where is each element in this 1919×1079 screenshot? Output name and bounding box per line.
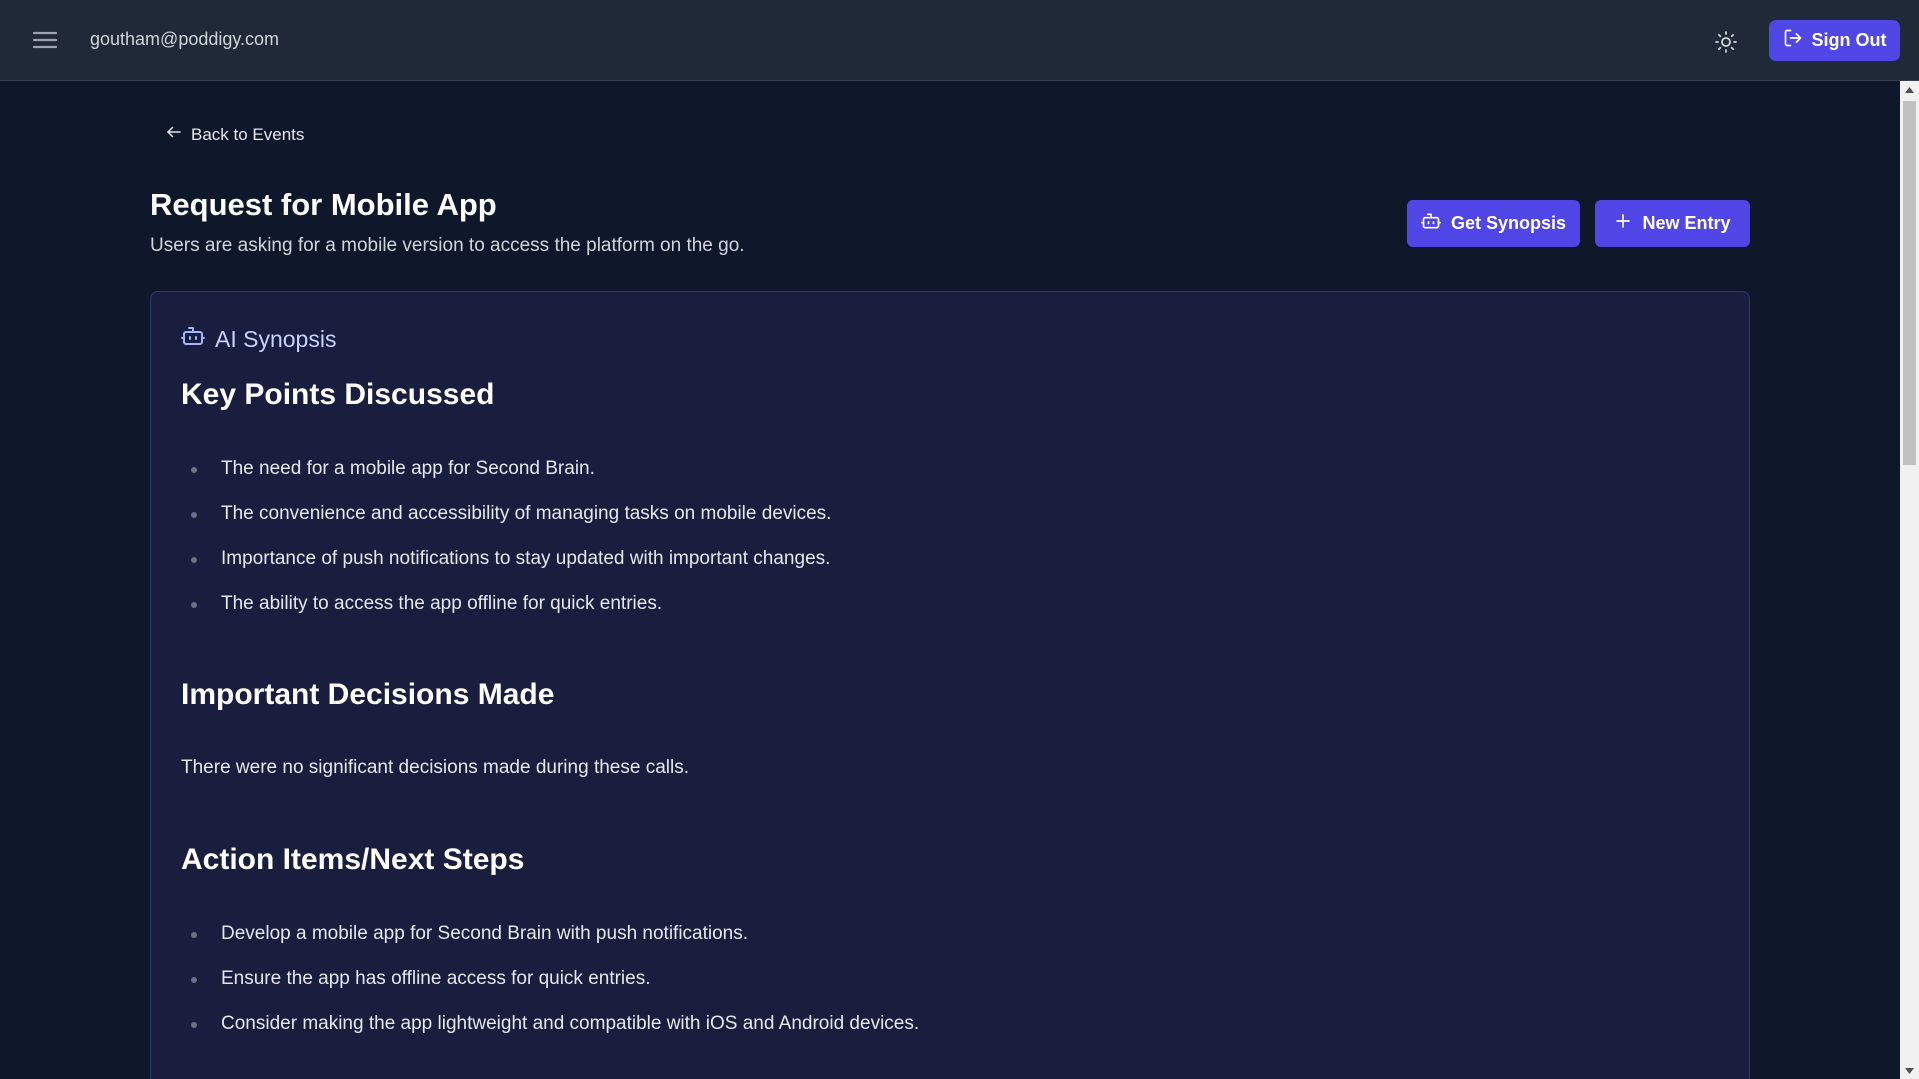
- back-link-label: Back to Events: [191, 124, 305, 144]
- scroll-up-arrow-icon[interactable]: [1900, 81, 1919, 98]
- section-heading-action-items: Action Items/Next Steps: [181, 843, 525, 876]
- decisions-text: There were no significant decisions made…: [181, 757, 689, 778]
- top-bar: goutham@poddigy.com Sign Out: [0, 0, 1919, 81]
- arrow-left-icon: [165, 123, 183, 146]
- user-email: goutham@poddigy.com: [90, 29, 280, 49]
- get-synopsis-button[interactable]: Get Synopsis: [1407, 200, 1580, 247]
- sign-out-icon: [1783, 28, 1803, 53]
- key-points-list: The need for a mobile app for Second Bra…: [181, 457, 831, 637]
- scroll-down-arrow-icon[interactable]: [1900, 1062, 1919, 1079]
- new-entry-label: New Entry: [1642, 213, 1731, 233]
- scrollbar-thumb[interactable]: [1903, 101, 1916, 465]
- new-entry-button[interactable]: New Entry: [1595, 200, 1750, 247]
- ai-synopsis-header: AI Synopsis: [181, 324, 336, 354]
- list-item: Ensure the app has offline access for qu…: [181, 967, 919, 1012]
- section-heading-key-points: Key Points Discussed: [181, 378, 495, 411]
- plus-icon: [1614, 212, 1632, 235]
- sign-out-button[interactable]: Sign Out: [1769, 20, 1900, 61]
- list-item: Develop a mobile app for Second Brain wi…: [181, 922, 919, 967]
- vertical-scrollbar[interactable]: [1900, 81, 1919, 1079]
- bot-icon: [181, 324, 205, 354]
- ai-synopsis-label: AI Synopsis: [215, 325, 337, 352]
- main-content: Back to Events Request for Mobile App Us…: [0, 81, 1900, 1079]
- list-item: The need for a mobile app for Second Bra…: [181, 457, 831, 502]
- list-item: Importance of push notifications to stay…: [181, 547, 831, 592]
- hamburger-menu-icon[interactable]: [30, 27, 60, 53]
- ai-synopsis-card: AI Synopsis Key Points Discussed The nee…: [150, 291, 1750, 1079]
- sun-icon[interactable]: [1710, 26, 1742, 58]
- list-item: Consider making the app lightweight and …: [181, 1012, 919, 1057]
- page-title: Request for Mobile App: [150, 187, 497, 222]
- page-subtitle: Users are asking for a mobile version to…: [150, 235, 745, 256]
- sign-out-label: Sign Out: [1811, 30, 1887, 50]
- list-item: The ability to access the app offline fo…: [181, 592, 831, 637]
- section-heading-decisions: Important Decisions Made: [181, 678, 555, 711]
- list-item: The convenience and accessibility of man…: [181, 502, 831, 547]
- bot-icon: [1420, 211, 1441, 236]
- get-synopsis-label: Get Synopsis: [1450, 213, 1567, 233]
- back-to-events-link[interactable]: Back to Events: [165, 123, 304, 146]
- action-items-list: Develop a mobile app for Second Brain wi…: [181, 922, 919, 1057]
